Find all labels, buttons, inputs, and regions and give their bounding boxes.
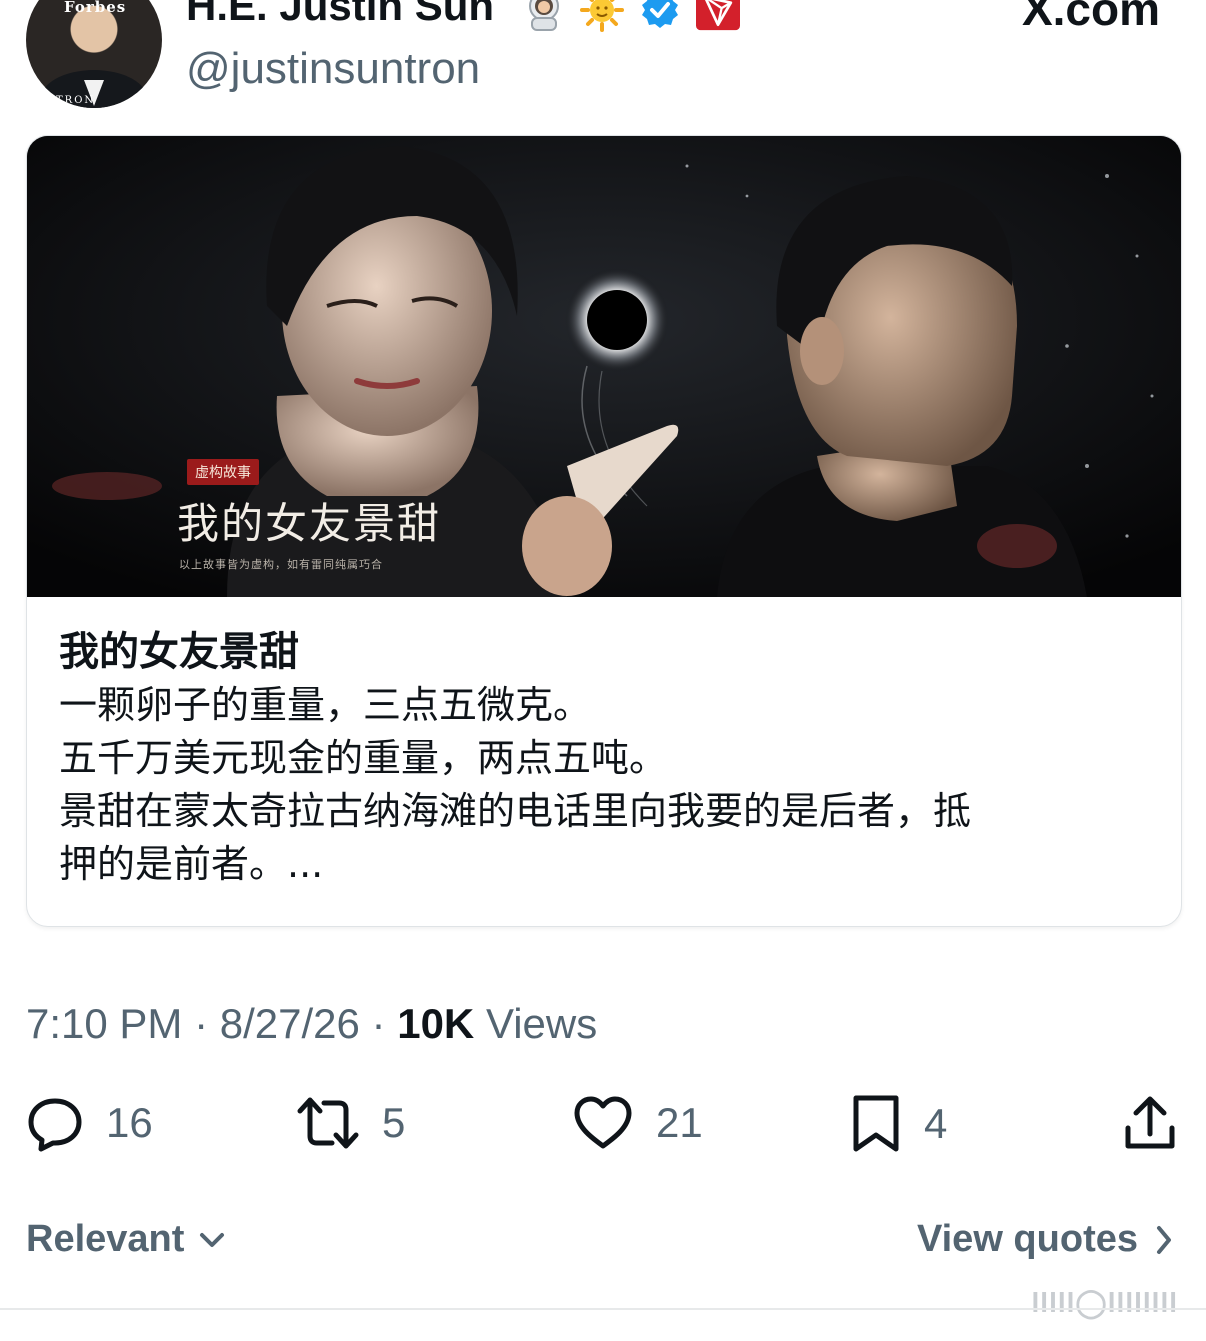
reply-button[interactable]: 16 xyxy=(26,1094,153,1152)
repost-count: 5 xyxy=(382,1099,406,1146)
tweet-meta: 7:10 PM · 8/27/26 · 10K Views xyxy=(26,1000,597,1048)
repost-icon xyxy=(297,1097,359,1149)
user-handle[interactable]: @justinsuntron xyxy=(186,44,480,94)
bookmark-button[interactable]: 4 xyxy=(850,1094,947,1154)
meta-separator: · xyxy=(359,1000,398,1047)
meta-separator: · xyxy=(182,1000,220,1047)
display-name[interactable]: H.E. Justin Sun xyxy=(186,0,494,30)
card-description-line: 景甜在蒙太奇拉古纳海滩的电话里向我要的是后者，抵 xyxy=(59,789,972,833)
view-quotes-link[interactable]: View quotes xyxy=(917,1218,1174,1261)
site-logo-text: X.com xyxy=(1021,0,1160,35)
poster-disclaimer: 以上故事皆为虚构，如有雷同纯属巧合 xyxy=(179,558,383,571)
avatar[interactable]: Forbes TRON xyxy=(26,0,162,108)
tweet-date[interactable]: 8/27/26 xyxy=(220,1000,360,1047)
heart-icon xyxy=(574,1096,632,1149)
link-preview-card[interactable]: 虚构故事 我的女友景甜 以上故事皆为虚构，如有雷同纯属巧合 我的女友景甜 一颗卵… xyxy=(26,135,1182,927)
sun-icon xyxy=(580,0,624,32)
sort-label: Relevant xyxy=(26,1218,185,1260)
card-description: 一颗卵子的重量，三点五微克。 五千万美元现金的重量，两点五吨。 景甜在蒙太奇拉古… xyxy=(59,679,1149,891)
chevron-down-icon xyxy=(200,1232,225,1247)
views-count: 10K xyxy=(397,1000,475,1047)
poster-title: 我的女友景甜 xyxy=(177,499,442,548)
card-description-line: 五千万美元现金的重量，两点五吨。 xyxy=(59,736,668,780)
card-title: 我的女友景甜 xyxy=(59,629,299,675)
sort-dropdown[interactable]: Relevant xyxy=(26,1218,226,1261)
repost-button[interactable]: 5 xyxy=(296,1094,405,1152)
like-count: 21 xyxy=(656,1099,703,1146)
like-button[interactable]: 21 xyxy=(572,1094,703,1152)
card-description-line: 一颗卵子的重量，三点五微克。 xyxy=(59,683,592,727)
action-bar: 16 5 21 4 xyxy=(0,1092,1206,1156)
share-button[interactable] xyxy=(1122,1094,1178,1152)
card-image: 虚构故事 我的女友景甜 以上故事皆为虚构，如有雷同纯属巧合 xyxy=(27,136,1181,597)
chevron-right-icon xyxy=(1157,1225,1171,1254)
share-icon xyxy=(1125,1096,1175,1149)
name-badges xyxy=(522,0,740,32)
tweet-time[interactable]: 7:10 PM xyxy=(26,1000,182,1047)
astronaut-icon xyxy=(522,0,566,32)
bookmark-count: 4 xyxy=(924,1100,948,1147)
poster-fiction-tag: 虚构故事 xyxy=(187,459,259,485)
views-label: Views xyxy=(474,1000,598,1047)
watermark: lllll◯llllllll xyxy=(1031,1287,1178,1318)
reply-count: 16 xyxy=(106,1099,153,1146)
tron-logo-icon[interactable] xyxy=(696,0,740,32)
card-text: 我的女友景甜 一颗卵子的重量，三点五微克。 五千万美元现金的重量，两点五吨。 景… xyxy=(27,597,1181,926)
divider xyxy=(0,1308,1206,1310)
avatar-bottom-text: TRON xyxy=(56,95,96,106)
tweet-page: Forbes TRON H.E. Justin Sun @justinsuntr… xyxy=(0,0,1206,1341)
verified-badge-icon[interactable] xyxy=(638,0,682,32)
avatar-magazine-text: Forbes xyxy=(64,0,127,16)
view-quotes-label: View quotes xyxy=(916,1218,1138,1260)
bookmark-icon xyxy=(853,1095,899,1152)
reply-icon xyxy=(28,1098,82,1152)
card-description-line: 押的是前者。... xyxy=(59,842,324,886)
